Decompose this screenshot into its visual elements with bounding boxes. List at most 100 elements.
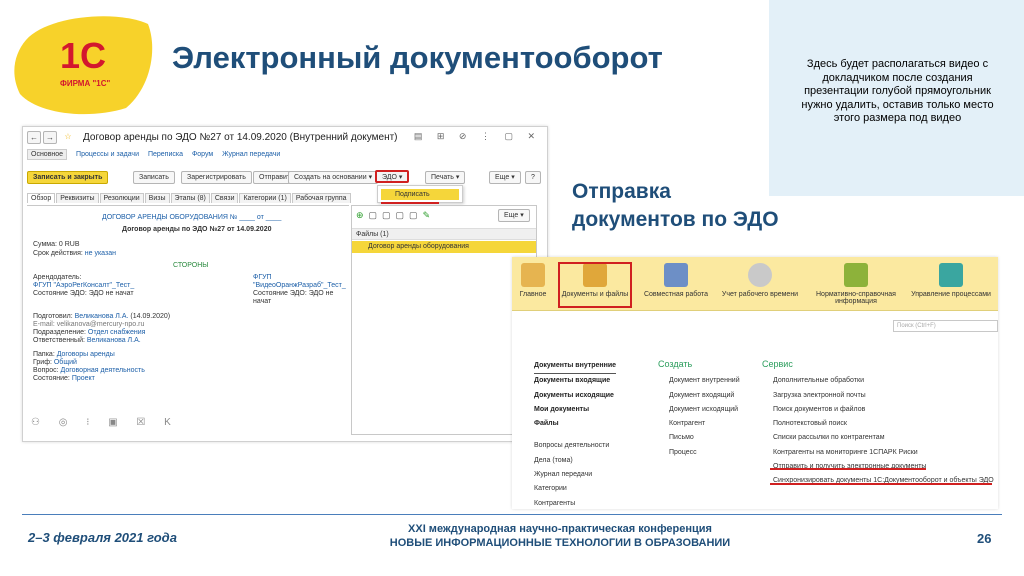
search-input[interactable]: Поиск (Ctrl+F) [893,320,998,332]
red-underline-sync [770,483,992,485]
term-label: Срок действия: [33,250,85,257]
tab-main[interactable]: Основное [27,149,68,160]
nav-contractors[interactable]: Контрагенты [534,497,616,511]
folder-label: Папка: [33,351,57,358]
process-icon [939,263,963,287]
create-letter[interactable]: Письмо [658,431,740,445]
resp-value[interactable]: Великанова Л.А. [87,337,141,344]
question-value[interactable]: Договорная деятельность [61,367,145,374]
tab-correspondence[interactable]: Переписка [148,151,183,158]
subtab-workgroup[interactable]: Рабочая группа [291,193,351,203]
left-role: Арендодатель: [33,274,82,281]
sign-menu-item[interactable]: Подписать [381,189,459,200]
service-spark[interactable]: Контрагенты на мониторинге 1СПАРК Риски [762,446,994,460]
bottom-icons[interactable]: ⚇ ◎ ⁝ ▣ ☒ K [31,417,179,428]
nav-my-docs[interactable]: Мои документы [534,403,616,417]
status-value[interactable]: Проект [72,375,95,382]
resp-row: Ответственный: Великанова Л.А. [33,337,141,344]
page-number: 26 [977,531,992,546]
left-org[interactable]: ФГУП "АэроРегКонсалт"_Тест_ [33,282,134,289]
footer-divider [22,514,1002,515]
more-button[interactable]: Еще ▾ [489,171,521,184]
edo-button[interactable]: ЭДО ▾ [375,170,410,183]
status-label: Состояние: [33,375,72,382]
video-note: Здесь будет располагаться видео с доклад… [801,58,994,125]
logo-mark: 1С [60,35,106,76]
right-state: Состояние ЭДО: ЭДО не [253,290,334,297]
subtab-links[interactable]: Связи [210,193,239,203]
right-role[interactable]: ФГУП [253,274,272,281]
red-underline-send [770,468,926,470]
term-value[interactable]: не указан [85,250,116,257]
service-fulltext[interactable]: Полнотекстовый поиск [762,417,994,431]
save-close-button[interactable]: Записать и закрыть [27,171,109,184]
subtab-resolutions[interactable]: Резолюции [99,193,144,203]
create-incoming[interactable]: Документ входящий [658,389,740,403]
nav-internal[interactable]: Документы внутренние [534,359,617,375]
create-outgoing[interactable]: Документ исходящий [658,403,740,417]
grif-value[interactable]: Общий [54,359,77,366]
slide-title: Электронный документооборот [172,40,663,75]
subtab-requisites[interactable]: Реквизиты [56,193,99,203]
nav-cases[interactable]: Дела (тома) [534,454,616,468]
dept-row: Подразделение: Отдел снабжения [33,329,145,336]
folder-value[interactable]: Договоры аренды [57,351,115,358]
doc-nav-tabs: Основное Процессы и задачи Переписка Фор… [27,149,287,160]
overview-form: ДОГОВОР АРЕНДЫ ОБОРУДОВАНИЯ № ____ от __… [27,205,349,405]
create-process[interactable]: Процесс [658,446,740,460]
logo-firm: ФИРМА "1С" [60,79,110,88]
service-mailing[interactable]: Списки рассылки по контрагентам [762,431,994,445]
service-search[interactable]: Поиск документов и файлов [762,403,994,417]
register-button[interactable]: Зарегистрировать [181,171,252,184]
service-mail[interactable]: Загрузка электронной почты [762,389,994,403]
nav-incoming[interactable]: Документы входящие [534,374,616,388]
save-button[interactable]: Записать [133,171,175,184]
service-extra[interactable]: Дополнительные обработки [762,374,994,388]
back-button[interactable]: ← [27,131,41,144]
tab-processes[interactable]: Процессы и задачи [76,151,139,158]
section-processes[interactable]: Управление процессами [906,263,996,298]
section-reference[interactable]: Нормативно-справочная информация [808,263,904,305]
nav-log[interactable]: Журнал передачи [534,468,616,482]
document-window: ← → ☆ Договор аренды по ЭДО №27 от 14.09… [22,126,548,442]
subtab-overview[interactable]: Обзор [27,193,56,203]
dept-value[interactable]: Отдел снабжения [88,329,146,336]
files-more-button[interactable]: Еще ▾ [498,209,530,222]
file-row[interactable]: Договор аренды оборудования [352,241,536,253]
subtab-categories[interactable]: Категории (1) [239,193,291,203]
nav-outgoing[interactable]: Документы исходящие [534,389,616,403]
nav-categories[interactable]: Категории [534,482,616,496]
send-title-line2: документов по ЭДО [572,208,779,231]
parties-heading: СТОРОНЫ [173,262,209,269]
subtab-visas[interactable]: Визы [144,193,170,203]
main-window: Главное Документы и файлы Совместная раб… [512,257,998,509]
create-based-button[interactable]: Создать на основании ▾ [288,171,379,184]
help-button[interactable]: ? [525,171,541,184]
file-toolbar-icons[interactable]: ⊕▢▢▢▢✎ [356,210,435,221]
forward-button[interactable]: → [43,131,57,144]
sum-text: Сумма: 0 RUB [33,241,80,248]
tab-log[interactable]: Журнал передачи [222,151,280,158]
nav-list: Документы внутренние Документы входящие … [534,359,617,511]
1c-logo: 1С ФИРМА "1С" [14,16,153,115]
prepared-label: Подготовил: [33,313,75,320]
right-org[interactable]: "ВидеоОранжРазраб"_Тест_ [253,282,346,289]
tab-forum[interactable]: Форум [192,151,213,158]
service-sync[interactable]: Синхронизировать документы 1С:Документоо… [762,474,994,488]
prepared-name[interactable]: Великанова Л.А. [75,313,129,320]
section-home[interactable]: Главное [518,263,548,298]
star-icon[interactable]: ☆ [61,131,75,144]
window-tools[interactable]: ▤ ⊞ ⊘ ⋮ ▢ ✕ [414,131,541,142]
prepared-row: Подготовил: Великанова Л.А. (14.09.2020) [33,313,170,320]
resp-label: Ответственный: [33,337,87,344]
nav-files[interactable]: Файлы [534,417,616,431]
print-button[interactable]: Печать ▾ [425,171,466,184]
subtab-stages[interactable]: Этапы (8) [170,193,210,203]
create-internal[interactable]: Документ внутренний [658,374,740,388]
create-contractor[interactable]: Контрагент [658,417,740,431]
doc-subtabs: Обзор Реквизиты Резолюции Визы Этапы (8) Связ… [27,193,352,205]
section-time[interactable]: Учет рабочего времени [718,263,802,298]
books-icon [844,263,868,287]
section-collab[interactable]: Совместная работа [640,263,712,298]
nav-questions[interactable]: Вопросы деятельности [534,439,616,453]
